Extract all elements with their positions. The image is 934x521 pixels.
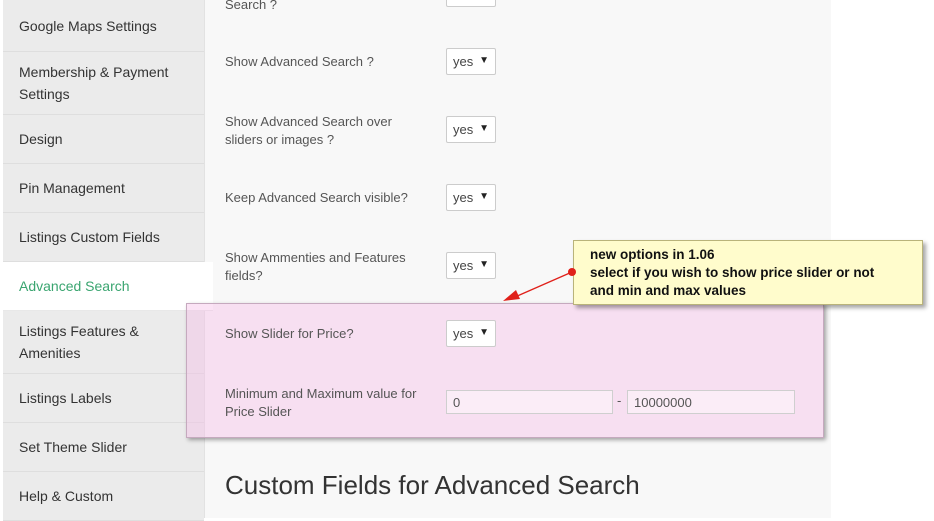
select-value: yes xyxy=(453,54,474,69)
show-advanced-search-select[interactable]: yes ▼ xyxy=(446,48,496,75)
setting-label-show-advanced-search: Show Advanced Search ? xyxy=(225,54,374,69)
sidebar-item-label: Help & Custom xyxy=(19,488,114,504)
select-value: yes xyxy=(453,122,474,137)
sidebar-item-features-amenities[interactable]: Listings Features & Amenities xyxy=(3,311,204,374)
callout-line: and min and max values xyxy=(590,283,747,298)
sidebar-item-label: Membership & Payment Settings xyxy=(19,64,169,102)
sidebar-item-listings-labels[interactable]: Listings Labels xyxy=(3,374,204,423)
price-max-input[interactable]: 10000000 xyxy=(627,390,795,414)
show-amenities-fields-select[interactable]: yes ▼ xyxy=(446,252,496,279)
sidebar-item-label: Listings Custom Fields xyxy=(19,229,160,245)
setting-label-price-slider: Show Slider for Price? xyxy=(225,326,354,341)
settings-sidebar: Google Maps Settings Membership & Paymen… xyxy=(3,0,213,521)
sidebar-item-pin-management[interactable]: Pin Management xyxy=(3,164,204,213)
setting-label-partial: Search ? xyxy=(225,0,278,12)
callout-line: new options in 1.06 xyxy=(590,247,715,262)
sidebar-item-custom-fields[interactable]: Listings Custom Fields xyxy=(3,213,204,262)
select-value: yes xyxy=(453,190,474,205)
advanced-search-over-sliders-select[interactable]: yes ▼ xyxy=(446,116,496,143)
show-price-slider-select[interactable]: yes ▼ xyxy=(446,320,496,347)
setting-label-advanced-search-over-sliders: Show Advanced Search over sliders or ima… xyxy=(225,114,392,147)
sidebar-item-advanced-search[interactable]: Advanced Search xyxy=(3,262,213,311)
select-value: yes xyxy=(453,326,474,341)
select-value: yes xyxy=(453,258,474,273)
section-heading: Custom Fields for Advanced Search xyxy=(225,470,640,500)
callout-line: select if you wish to show price slider … xyxy=(590,265,875,280)
sidebar-item-label: Listings Labels xyxy=(19,390,112,406)
sidebar-item-label: Design xyxy=(19,131,63,147)
dropdown-arrow-icon: ▼ xyxy=(479,259,489,270)
dropdown-arrow-icon: ▼ xyxy=(479,327,489,338)
sidebar-item-label: Advanced Search xyxy=(19,278,130,294)
price-min-input[interactable]: 0 xyxy=(446,390,613,414)
annotation-callout: new options in 1.06 select if you wish t… xyxy=(573,240,923,305)
setting-select-partial[interactable] xyxy=(446,0,496,7)
sidebar-item-label: Set Theme Slider xyxy=(19,439,127,455)
sidebar-item-membership[interactable]: Membership & Payment Settings xyxy=(3,52,204,115)
sidebar-item-label: Google Maps Settings xyxy=(19,17,157,34)
sidebar-item-theme-slider[interactable]: Set Theme Slider xyxy=(3,423,204,472)
dropdown-arrow-icon: ▼ xyxy=(479,123,489,134)
dropdown-arrow-icon: ▼ xyxy=(479,55,489,66)
sidebar-item-design[interactable]: Design xyxy=(3,115,204,164)
keep-advanced-search-visible-select[interactable]: yes ▼ xyxy=(446,184,496,211)
sidebar-item-google-maps[interactable]: Google Maps Settings xyxy=(3,0,204,52)
setting-label-price-range: Minimum and Maximum value for Price Slid… xyxy=(225,386,417,419)
setting-label-amenities-fields: Show Ammenties and Features fields? xyxy=(225,250,406,283)
sidebar-item-label: Listings Features & Amenities xyxy=(19,323,139,361)
price-range-separator: - xyxy=(617,393,622,408)
sidebar-item-help-custom[interactable]: Help & Custom xyxy=(3,472,204,521)
sidebar-item-label: Pin Management xyxy=(19,180,125,196)
dropdown-arrow-icon: ▼ xyxy=(479,191,489,202)
setting-label-keep-visible: Keep Advanced Search visible? xyxy=(225,190,408,205)
